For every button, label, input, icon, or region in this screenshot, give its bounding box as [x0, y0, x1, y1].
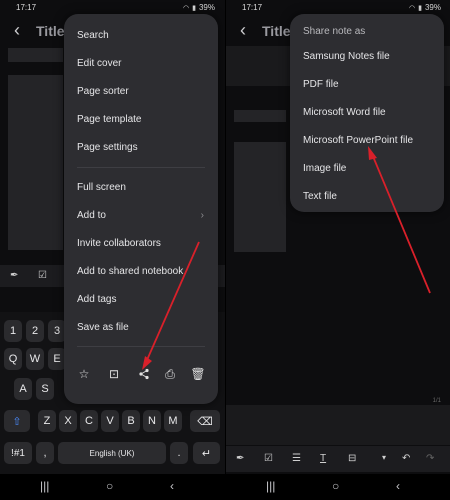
chevron-right-icon: › [200, 210, 204, 221]
period-key[interactable]: . [170, 442, 188, 464]
key-s[interactable]: S [36, 378, 54, 400]
key-w[interactable]: W [26, 348, 44, 370]
key-m[interactable]: M [164, 410, 182, 432]
menu-divider [77, 346, 205, 347]
menu-page-template[interactable]: Page template [77, 114, 142, 125]
wifi-icon: ◠ [183, 4, 190, 12]
share-samsung-notes-file[interactable]: Samsung Notes file [303, 51, 390, 62]
left-screenshot: 17:17 ◠ ▮ 39% ‹ Title ✒ ☑ 1 2 3 4 5 Q W … [0, 0, 225, 500]
home-icon[interactable]: ○ [106, 479, 113, 493]
back-icon[interactable]: ‹ [14, 20, 20, 41]
menu-add-tags[interactable]: Add tags [77, 294, 116, 305]
share-word-file[interactable]: Microsoft Word file [303, 107, 386, 118]
menu-edit-cover[interactable]: Edit cover [77, 58, 121, 69]
text-style-icon[interactable]: T [320, 453, 326, 464]
pen-style-icon[interactable]: ✒ [236, 453, 244, 464]
home-icon[interactable]: ○ [332, 479, 339, 493]
note-page-preview [234, 142, 286, 252]
print-icon[interactable]: ⎙ [160, 364, 180, 384]
enter-icon[interactable]: ↵ [193, 442, 220, 464]
menu-action-row: ☆ ⊡ ⎙ 🗑 [64, 364, 218, 392]
more-options-menu: Search Edit cover Page sorter Page templ… [64, 14, 218, 404]
editor-toolbar: ✒ ☑ ☰ T ⊟ ▾ ↶ ↷ [226, 446, 450, 472]
comma-key[interactable]: , [36, 442, 54, 464]
key-a[interactable]: A [14, 378, 32, 400]
battery-level: 39% [424, 3, 441, 12]
share-pdf-file[interactable]: PDF file [303, 79, 339, 90]
back-icon[interactable]: ‹ [240, 20, 246, 41]
key-2[interactable]: 2 [26, 320, 44, 342]
note-page-preview [8, 75, 63, 250]
key-b[interactable]: B [122, 410, 140, 432]
key-1[interactable]: 1 [4, 320, 22, 342]
nav-back-icon[interactable]: ‹ [396, 479, 400, 493]
share-image-file[interactable]: Image file [303, 163, 346, 174]
text-box-icon[interactable]: ⊟ [348, 453, 356, 464]
menu-save-as-file[interactable]: Save as file [77, 322, 129, 333]
signal-icon: ▮ [418, 4, 422, 12]
system-nav-bar: ||| ○ ‹ [0, 474, 225, 500]
space-key[interactable]: English (UK) [58, 442, 166, 464]
checkbox-icon[interactable]: ☑ [38, 270, 47, 281]
menu-divider [77, 167, 205, 168]
menu-page-sorter[interactable]: Page sorter [77, 86, 129, 97]
page-indicator: 1/1 [432, 398, 441, 404]
system-nav-bar: ||| ○ ‹ [226, 474, 450, 500]
menu-invite-collaborators[interactable]: Invite collaborators [77, 238, 161, 249]
note-title[interactable]: Title [36, 23, 65, 39]
menu-add-to-shared-notebook[interactable]: Add to shared notebook [77, 266, 183, 277]
backspace-icon[interactable]: ⌫ [190, 410, 220, 432]
battery-level: 39% [198, 3, 215, 12]
share-note-menu: Share note as Samsung Notes file PDF fil… [290, 14, 444, 212]
key-z[interactable]: Z [38, 410, 56, 432]
key-c[interactable]: C [80, 410, 98, 432]
share-powerpoint-file[interactable]: Microsoft PowerPoint file [303, 135, 413, 146]
checkbox-icon[interactable]: ☑ [264, 453, 273, 464]
recents-icon[interactable]: ||| [266, 479, 275, 493]
note-footer-area [226, 405, 450, 445]
key-n[interactable]: N [143, 410, 161, 432]
share-menu-header: Share note as [303, 26, 366, 37]
redo-icon[interactable]: ↷ [426, 453, 434, 464]
note-placeholder [8, 48, 63, 62]
more-tools-icon[interactable]: ▾ [382, 453, 386, 462]
status-time: 17:17 [16, 3, 37, 12]
menu-page-settings[interactable]: Page settings [77, 142, 138, 153]
key-x[interactable]: X [59, 410, 77, 432]
share-text-file[interactable]: Text file [303, 191, 337, 202]
status-time: 17:17 [242, 3, 263, 12]
note-title[interactable]: Title [262, 23, 291, 39]
menu-full-screen[interactable]: Full screen [77, 182, 126, 193]
note-placeholder [234, 110, 286, 122]
nav-back-icon[interactable]: ‹ [170, 479, 174, 493]
symbols-key[interactable]: !#1 [4, 442, 32, 464]
trash-icon[interactable]: 🗑 [188, 364, 208, 384]
lock-icon[interactable]: ⊡ [104, 364, 124, 384]
key-q[interactable]: Q [4, 348, 22, 370]
share-icon[interactable] [134, 364, 154, 384]
key-v[interactable]: V [101, 410, 119, 432]
menu-search[interactable]: Search [77, 30, 109, 41]
right-screenshot: 17:17 ◠ ▮ 39% ‹ Title 1/1 ✒ ☑ ☰ T ⊟ ▾ ↶ … [226, 0, 450, 500]
undo-icon[interactable]: ↶ [402, 453, 410, 464]
star-icon[interactable]: ☆ [74, 364, 94, 384]
menu-add-to[interactable]: Add to [77, 210, 106, 221]
pen-style-icon[interactable]: ✒ [10, 270, 18, 281]
signal-icon: ▮ [192, 4, 196, 12]
text-format-icon[interactable]: ☰ [292, 453, 301, 464]
wifi-icon: ◠ [409, 4, 416, 12]
shift-key-icon[interactable]: ⇧ [4, 410, 30, 432]
recents-icon[interactable]: ||| [40, 479, 49, 493]
